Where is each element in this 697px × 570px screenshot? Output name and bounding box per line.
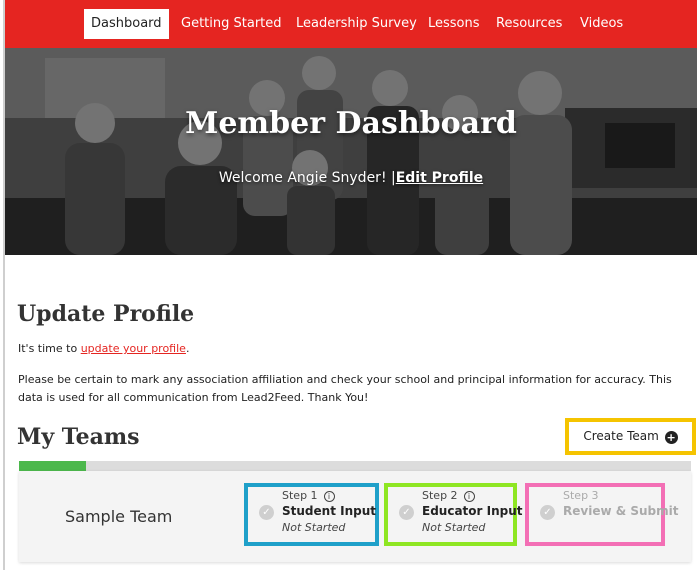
nav-dashboard[interactable]: Dashboard [84, 9, 169, 39]
update-profile-heading: Update Profile [17, 301, 195, 327]
step-title: Student Input [282, 504, 376, 518]
plus-circle-icon: + [664, 431, 678, 444]
update-profile-notice: Please be certain to mark any associatio… [18, 373, 672, 404]
step-label: Step 2 i [422, 489, 475, 502]
welcome-message: Welcome Angie Snyder! |Edit Profile [5, 170, 697, 186]
step-label: Step 3 [563, 489, 599, 502]
nav-leadership-survey[interactable]: Leadership Survey [296, 9, 417, 39]
page-title: Member Dashboard [185, 106, 517, 141]
edit-profile-link[interactable]: Edit Profile [396, 170, 483, 186]
step-educator-input[interactable]: ✓ Step 2 i Educator Input Not Started [384, 483, 523, 546]
team-progress-fill [19, 461, 87, 471]
team-progress-bar [19, 461, 691, 471]
step-title: Educator Input [422, 504, 523, 518]
info-circle-icon[interactable]: i [323, 491, 335, 502]
nav-videos[interactable]: Videos [580, 9, 623, 39]
my-teams-heading: My Teams [17, 424, 140, 450]
nav-getting-started[interactable]: Getting Started [181, 9, 282, 39]
nav-resources[interactable]: Resources [496, 9, 562, 39]
update-profile-prompt: It's time to update your profile. [18, 342, 189, 355]
prompt-prefix: It's time to [18, 342, 81, 355]
update-profile-link[interactable]: update your profile [81, 342, 186, 355]
step-status: Not Started [282, 521, 346, 534]
main-nav: Dashboard Getting Started Leadership Sur… [5, 0, 697, 48]
step-label: Step 1 i [282, 489, 335, 502]
step-status: Not Started [422, 521, 486, 534]
check-circle-icon: ✓ [259, 505, 274, 520]
team-card: Sample Team ✓ Step 1 i Student Input Not … [19, 471, 691, 562]
step-number: Step 2 [422, 489, 458, 502]
check-circle-icon: ✓ [399, 505, 414, 520]
team-name[interactable]: Sample Team [65, 507, 172, 526]
step-review-submit[interactable]: ✓ Step 3 Review & Submit [525, 483, 679, 546]
step-title: Review & Submit [563, 504, 679, 518]
create-team-label: Create Team [583, 429, 659, 443]
create-team-button[interactable]: Create Team + [565, 418, 696, 455]
step-number: Step 1 [282, 489, 318, 502]
check-circle-icon: ✓ [540, 505, 555, 520]
nav-lessons[interactable]: Lessons [428, 9, 480, 39]
hero-banner: Member Dashboard Welcome Angie Snyder! |… [5, 48, 697, 255]
step-student-input[interactable]: ✓ Step 1 i Student Input Not Started [244, 483, 379, 546]
prompt-suffix: . [185, 342, 190, 355]
info-circle-icon[interactable]: i [463, 491, 475, 502]
hero-photo [5, 48, 697, 255]
welcome-text: Welcome Angie Snyder! | [218, 170, 396, 186]
